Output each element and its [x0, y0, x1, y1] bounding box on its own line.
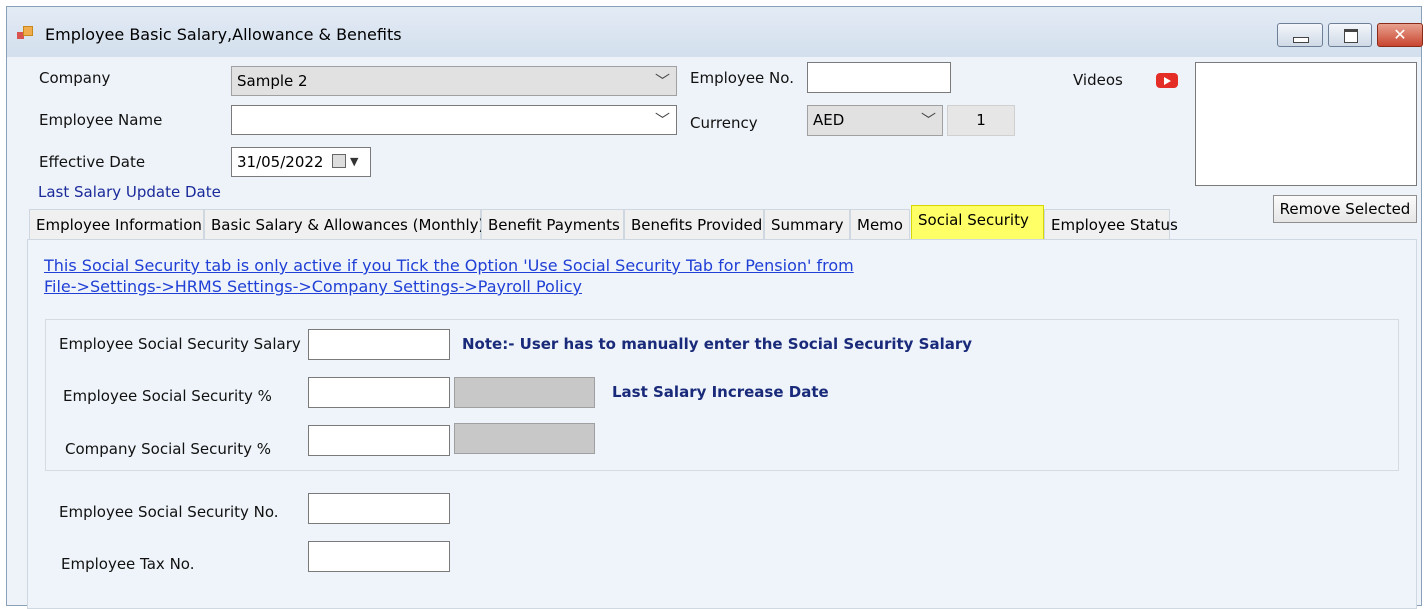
emp-tax-no-label: Employee Tax No. [61, 555, 195, 573]
effective-date-picker[interactable]: 31/05/2022 ▼ [231, 147, 371, 177]
emp-tax-no-input[interactable] [308, 541, 450, 572]
maximize-icon [1344, 29, 1358, 43]
emp-ss-no-label: Employee Social Security No. [59, 503, 279, 521]
calendar-icon[interactable] [332, 154, 346, 168]
last-salary-increase-label: Last Salary Increase Date [612, 383, 829, 401]
tab-benefits-provided[interactable]: Benefits Provided [624, 209, 764, 239]
employee-no-input[interactable] [807, 62, 951, 93]
tab-basic-salary-allowances[interactable]: Basic Salary & Allowances (Monthly) [204, 209, 484, 239]
employee-name-label: Employee Name [39, 111, 163, 129]
company-ss-pct-input[interactable] [308, 425, 450, 456]
emp-ss-pct-input[interactable] [308, 377, 450, 408]
employee-name-select[interactable]: ﹀ [231, 105, 677, 135]
videos-label: Videos [1073, 71, 1123, 89]
company-value: Sample 2 [237, 72, 308, 90]
main-window: Employee Basic Salary,Allowance & Benefi… [6, 6, 1423, 609]
emp-ss-pct-label: Employee Social Security % [63, 387, 272, 405]
ss-salary-note: Note:- User has to manually enter the So… [462, 335, 973, 353]
tab-employee-status[interactable]: Employee Status [1044, 209, 1178, 239]
youtube-icon[interactable] [1156, 73, 1178, 88]
currency-value: AED [813, 111, 845, 129]
minimize-button[interactable] [1277, 23, 1323, 47]
effective-date-label: Effective Date [39, 153, 146, 171]
maximize-button[interactable] [1328, 23, 1372, 47]
chevron-down-icon: ﹀ [654, 111, 670, 129]
emp-ss-salary-label: Employee Social Security Salary [59, 335, 301, 353]
window-title: Employee Basic Salary,Allowance & Benefi… [45, 25, 402, 44]
effective-date-value: 31/05/2022 [237, 153, 324, 171]
emp-ss-pct-readonly [454, 377, 595, 408]
app-icon [17, 26, 35, 42]
employee-no-label: Employee No. [690, 69, 794, 87]
close-button[interactable]: ✕ [1377, 23, 1423, 47]
close-icon: ✕ [1393, 25, 1407, 44]
currency-select[interactable]: AED ﹀ [807, 105, 943, 136]
company-ss-pct-label: Company Social Security % [65, 440, 271, 458]
title-bar[interactable]: Employee Basic Salary,Allowance & Benefi… [7, 7, 1423, 57]
remove-selected-button[interactable]: Remove Selected [1273, 195, 1417, 223]
chevron-down-icon: ﹀ [920, 111, 936, 129]
video-list[interactable] [1195, 62, 1417, 186]
company-select[interactable]: Sample 2 ﹀ [231, 66, 677, 96]
tab-benefit-payments[interactable]: Benefit Payments [481, 209, 624, 239]
exchange-rate-field: 1 [947, 105, 1015, 136]
emp-ss-salary-input[interactable] [308, 329, 450, 360]
tab-summary[interactable]: Summary [764, 209, 850, 239]
caret-down-icon[interactable]: ▼ [350, 148, 358, 176]
company-label: Company [39, 69, 111, 87]
tab-employee-information[interactable]: Employee Information [29, 209, 204, 239]
currency-label: Currency [690, 114, 758, 132]
tab-memo[interactable]: Memo [850, 209, 910, 239]
minimize-icon [1293, 37, 1309, 43]
last-salary-update-label: Last Salary Update Date [38, 183, 221, 201]
chevron-down-icon: ﹀ [654, 72, 670, 90]
settings-info-link-line2[interactable]: File->Settings->HRMS Settings->Company S… [44, 277, 582, 296]
emp-ss-no-input[interactable] [308, 493, 450, 524]
company-ss-pct-readonly [454, 423, 595, 454]
settings-info-link-line1[interactable]: This Social Security tab is only active … [44, 256, 854, 275]
